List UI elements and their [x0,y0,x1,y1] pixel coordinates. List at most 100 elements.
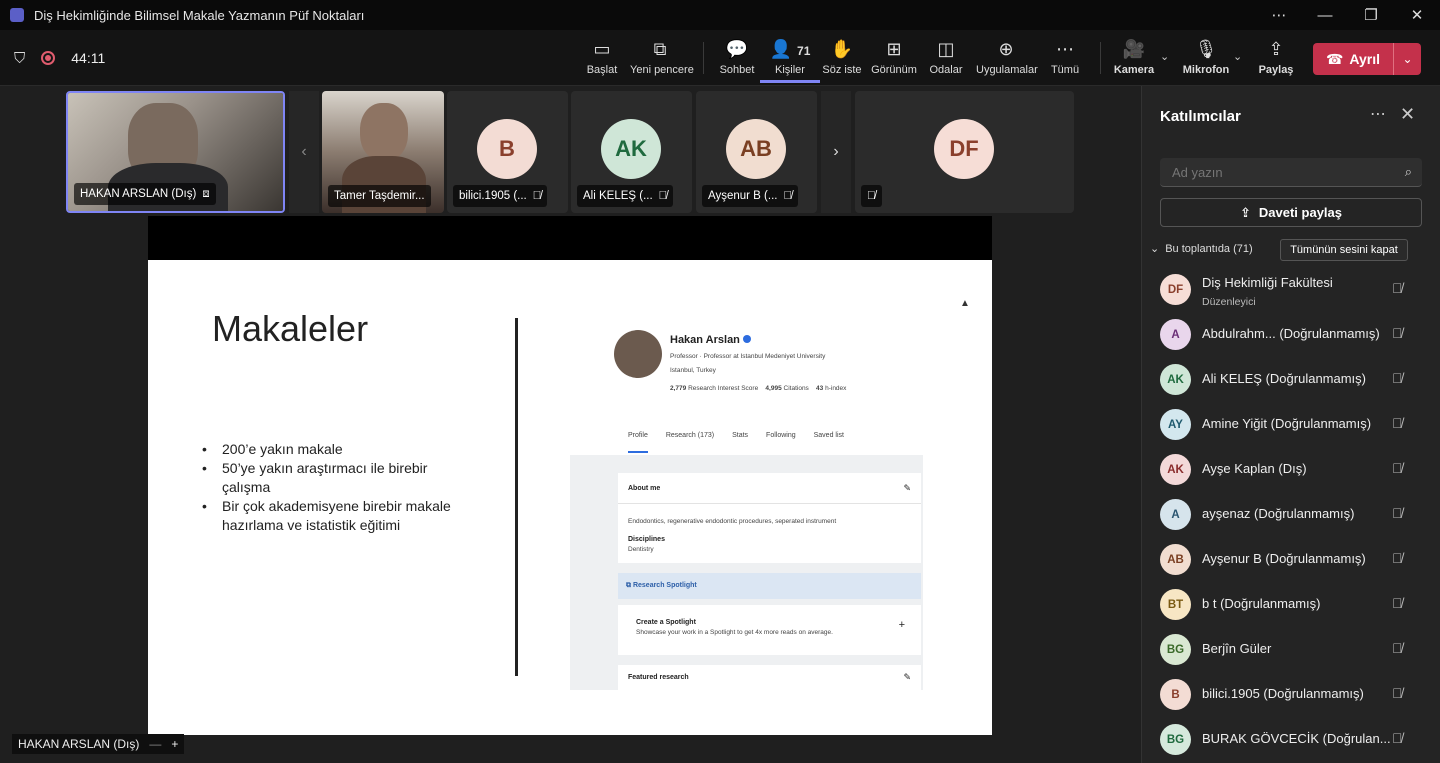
minimize-button[interactable]: — [1302,7,1348,24]
teams-logo-icon [10,8,24,22]
tab-following: Following [766,432,796,439]
mic-off-icon: 🎙̸ [1392,280,1403,296]
participant-row[interactable]: AY Amine Yiğit (Doğrulanmamış) 🎙̸ [1142,403,1440,448]
camera-options-chevron-icon[interactable]: ⌄ [1160,50,1169,63]
search-input[interactable] [1172,164,1392,180]
rooms-icon: ◫ [937,39,955,59]
profile-position: Professor · Professor at Istanbul Medeni… [670,353,826,360]
participant-name: Ali KELEŞ (Doğrulanmamış) [1202,371,1366,386]
minimize-share-icon[interactable]: — [149,737,161,751]
apps-icon: ⊕ [998,39,1014,59]
mic-off-icon: 🎙̸ [658,190,668,202]
bullet-item: 200’e yakın makale [202,440,472,459]
researchgate-profile-screenshot: Hakan Arslan Professor · Professor at Is… [570,320,923,690]
share-invite-button[interactable]: ⇪ Daveti paylaş [1160,198,1422,227]
edit-icon: ✎ [903,672,911,682]
participants-panel: Katılımcılar ⋯ ✕ ⌕ ⇪ Daveti paylaş ⌄ Bu … [1141,86,1440,763]
camera-off-icon: 🎥 [1122,39,1146,59]
avatar: DF [1160,274,1191,305]
tiles-prev-chevron-icon[interactable]: ‹ [289,91,319,213]
participant-row[interactable]: BG BURAK GÖVCECİK (Doğrulan... 🎙̸ [1142,718,1440,763]
tab-research: Research (173) [665,432,715,439]
avatar: AK [601,119,661,179]
participant-name: Ayşenur B (Doğrulanmamış) [1202,551,1366,566]
participant-row[interactable]: BT b t (Doğrulanmamış) 🎙̸ [1142,583,1440,628]
panel-more-icon[interactable]: ⋯ [1370,104,1386,124]
start-whiteboard-button[interactable]: ▭ Başlat [572,38,632,76]
plus-icon: + [898,619,905,631]
raise-hand-icon: ✋ [830,39,854,59]
people-button[interactable]: 👤 71 Kişiler [760,38,820,83]
about-title: About me [628,485,661,492]
raise-hand-button[interactable]: ✋ Söz iste [812,38,872,76]
edit-icon: ✎ [903,483,911,493]
panel-title: Katılımcılar [1160,108,1241,125]
chat-icon: 💬 [725,39,749,59]
profile-panel: About me ✎ Endodontics, regenerative end… [570,455,923,690]
mic-options-chevron-icon[interactable]: ⌄ [1233,50,1242,63]
expand-icon[interactable]: + [171,737,178,751]
new-window-button[interactable]: ⧉ Yeni pencere [630,38,694,76]
participant-row[interactable]: A Abdulrahm... (Doğrulanmamış) 🎙̸ [1142,313,1440,358]
mic-off-icon: 🎙̸ [1392,685,1403,701]
spotlight-bar: ⧉ Research Spotlight [618,573,921,599]
share-icon: ⇪ [1268,39,1284,59]
participant-row[interactable]: BG Berjîn Güler 🎙̸ [1142,628,1440,673]
in-meeting-section[interactable]: ⌄ Bu toplantıda (71) [1150,242,1253,256]
restore-button[interactable]: ❐ [1348,6,1394,24]
verified-badge-icon [742,335,751,343]
more-options-icon[interactable]: ⋯ [1256,6,1302,24]
apps-button[interactable]: ⊕ Uygulamalar [976,38,1038,76]
leave-options-chevron-icon[interactable]: ⌄ [1393,43,1421,75]
mute-all-button[interactable]: Tümünün sesini kapat [1280,239,1408,261]
tile-name-chip: Ali KELEŞ (... 🎙̸ [577,185,674,207]
close-window-button[interactable]: ✕ [1394,6,1440,24]
leave-button[interactable]: ☎ Ayrıl ⌄ [1313,43,1421,75]
rooms-button[interactable]: ◫ Odalar [916,38,976,76]
participant-row[interactable]: DF Diş Hekimliği Fakültesi Düzenleyici 🎙… [1142,268,1440,313]
mic-off-icon: 🎙̸ [1392,730,1403,746]
camera-button[interactable]: 🎥 Kamera [1104,38,1164,76]
video-tile-tamer[interactable]: Tamer Taşdemir... [322,91,444,213]
avatar: BG [1160,724,1191,755]
featured-title: Featured research [628,674,689,681]
divider [618,503,921,504]
meeting-toolbar: ⛉ 44:11 ▭ Başlat ⧉ Yeni pencere 💬 Sohbet… [0,30,1440,86]
participant-row[interactable]: A ayşenaz (Doğrulanmamış) 🎙̸ [1142,493,1440,538]
more-button[interactable]: ⋯ Tümü [1035,38,1095,76]
participant-name: Amine Yiğit (Doğrulanmamış) [1202,416,1372,431]
tile-bilici[interactable]: B bilici.1905 (... 🎙̸ [447,91,568,213]
tile-ali-keles[interactable]: AK Ali KELEŞ (... 🎙̸ [571,91,692,213]
video-tile-hakan[interactable]: HAKAN ARSLAN (Dış) ⧈ [66,91,285,213]
participant-list: DF Diş Hekimliği Fakültesi Düzenleyici 🎙… [1142,268,1440,763]
chat-button[interactable]: 💬 Sohbet [707,38,767,76]
toolbar-divider [1100,42,1101,74]
mic-off-icon: 🎙̸ [1392,505,1403,521]
about-card: About me ✎ Endodontics, regenerative end… [618,473,921,563]
mic-off-icon: 🎙̸ [1392,550,1403,566]
profile-location: Istanbul, Turkey [670,367,716,374]
mic-off-icon: 🎙̸ [867,190,876,202]
participant-row[interactable]: AB Ayşenur B (Doğrulanmamış) 🎙̸ [1142,538,1440,583]
tile-dis-hekimligi[interactable]: DF 🎙̸ [855,91,1074,213]
participant-row[interactable]: B bilici.1905 (Doğrulanmamış) 🎙̸ [1142,673,1440,718]
tile-aysenur-b[interactable]: AB Ayşenur B (... 🎙̸ [696,91,817,213]
spotlight-title: Research Spotlight [632,582,697,589]
microphone-button[interactable]: 🎙 Mikrofon [1176,38,1236,76]
share-button[interactable]: ⇪ Paylaş [1246,38,1306,76]
mic-off-icon: 🎙̸ [1392,460,1403,476]
bullet-item: Bir çok akademisyene birebir makale hazı… [202,497,472,535]
more-icon: ⋯ [1056,39,1074,59]
participant-row[interactable]: AK Ayşe Kaplan (Dış) 🎙̸ [1142,448,1440,493]
recording-icon [41,51,56,65]
close-icon[interactable]: ✕ [1400,104,1415,125]
search-box[interactable]: ⌕ [1160,158,1422,187]
view-button[interactable]: ⊞ Görünüm [864,38,924,76]
tiles-next-chevron-icon[interactable]: › [821,91,851,213]
participant-row[interactable]: AK Ali KELEŞ (Doğrulanmamış) 🎙̸ [1142,358,1440,403]
disciplines-value: Dentistry [628,546,654,553]
window-controls: ⋯ — ❐ ✕ [1256,0,1440,30]
about-text: Endodontics, regenerative endodontic pro… [628,518,837,525]
create-spotlight-title: Create a Spotlight [636,619,696,626]
create-spotlight-card: Create a Spotlight Showcase your work in… [618,605,921,655]
